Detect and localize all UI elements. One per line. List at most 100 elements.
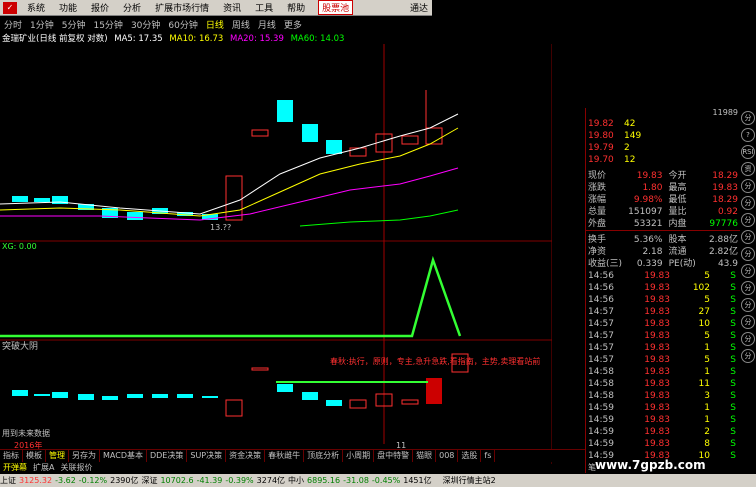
- menu-news[interactable]: 资讯: [216, 1, 248, 14]
- candle: [12, 390, 28, 396]
- xg-label: XG: 0.00: [2, 242, 37, 251]
- toolbar-button[interactable]: 模板: [23, 450, 46, 462]
- panel-tab[interactable]: 笔: [588, 462, 596, 473]
- ma5-label: MA5: 17.35: [114, 34, 163, 44]
- toolbar-button[interactable]: 资金决策: [226, 450, 266, 462]
- period-tab[interactable]: 15分钟: [89, 18, 126, 31]
- quote-row: 总量 151097 量比 0.92: [588, 207, 738, 217]
- sell-level-row: 19.82 42: [588, 119, 636, 129]
- sh-index-change: -3.62: [55, 476, 76, 485]
- candle: [349, 147, 367, 157]
- side-tool-button[interactable]: 分: [741, 179, 755, 193]
- stock-pool-button[interactable]: 股票池: [318, 0, 354, 15]
- sell-top-row: 11989: [586, 108, 740, 118]
- toolbar-button-active[interactable]: 管理: [46, 450, 69, 462]
- toolbar-button[interactable]: 指标: [0, 450, 23, 462]
- status-bar: 上证 3125.32 -3.62 -0.12% 2390亿 深证 10702.6…: [0, 474, 756, 487]
- toolbar-button[interactable]: 008: [436, 450, 459, 462]
- toolbar-button[interactable]: 盘中特警: [374, 450, 414, 462]
- extension-a-button[interactable]: 扩展A: [30, 462, 57, 473]
- side-tool-button[interactable]: 分: [741, 196, 755, 210]
- candle: [302, 124, 318, 142]
- menu-function[interactable]: 功能: [52, 1, 84, 14]
- tick-row: 14:57 19.83 1 S: [588, 343, 736, 353]
- ma20-label: MA20: 15.39: [230, 34, 284, 44]
- period-tab[interactable]: 分时: [0, 18, 26, 31]
- tick-list[interactable]: 14:56 19.83 5 S 14:56 19.83 102 S 14:56 …: [586, 270, 740, 462]
- side-tool-button[interactable]: 分: [741, 264, 755, 278]
- tick-row: 14:57 19.83 10 S: [588, 319, 736, 329]
- candle: [102, 396, 118, 400]
- ma60-label: MA60: 14.03: [290, 34, 345, 44]
- moving-average-line: [0, 113, 459, 215]
- sz-index-value: 10702.6: [160, 476, 194, 485]
- side-tool-button[interactable]: 分: [741, 281, 755, 295]
- toolbar-button[interactable]: 顶底分析: [304, 450, 344, 462]
- side-tool-button[interactable]: 分: [741, 332, 755, 346]
- zx-index-pct: -0.45%: [371, 476, 401, 485]
- menu-ext-market[interactable]: 扩展市场行情: [148, 1, 216, 14]
- period-tab[interactable]: 30分钟: [127, 18, 164, 31]
- tick-row: 14:58 19.83 3 S: [588, 391, 736, 401]
- chart-title-line: 金瑞矿业(日线 前复权 对数) MA5: 17.35 MA10: 16.73 M…: [2, 32, 348, 44]
- stock-name: 金瑞矿业(日线 前复权 对数): [2, 34, 108, 44]
- candle: [225, 399, 243, 417]
- menu-system[interactable]: 系统: [20, 1, 52, 14]
- period-tab-more[interactable]: 更多: [280, 18, 306, 31]
- side-tool-button[interactable]: ?: [741, 128, 755, 142]
- toolbar-button[interactable]: 小周期: [343, 450, 375, 462]
- period-tab[interactable]: 60分钟: [164, 18, 201, 31]
- menu-right-label[interactable]: 通达: [403, 1, 432, 14]
- tick-row: 14:59 19.83 1 S: [588, 403, 736, 413]
- watermark: www.7gpzb.com: [595, 458, 706, 472]
- sz-index-label: 深证: [141, 476, 158, 485]
- menu-tools[interactable]: 工具: [248, 1, 280, 14]
- right-tool-strip: 分? RSI 资分分分分分分分分分分分: [740, 108, 756, 473]
- period-tab[interactable]: 月线: [254, 18, 280, 31]
- linked-quote-button[interactable]: 关联报价: [57, 462, 95, 473]
- zx-index-change: -31.08: [343, 476, 369, 485]
- candle: [177, 394, 193, 398]
- sh-index-value: 3125.32: [19, 476, 53, 485]
- kline-chart[interactable]: 17.1416.5615.9915.4114.8514.2813.71 13.?…: [0, 44, 552, 464]
- side-tool-button[interactable]: 分: [741, 230, 755, 244]
- quote-row: 外盘 53321 内盘 97776: [588, 219, 738, 229]
- toolbar-button[interactable]: 另存为: [69, 450, 100, 462]
- main-candles: [12, 90, 443, 221]
- toolbar-button[interactable]: 春秋雌牛: [265, 450, 305, 462]
- toolbar-button[interactable]: fs: [481, 450, 496, 462]
- moving-average-line: [299, 209, 459, 227]
- period-bar: 分时 1分钟 5分钟 15分钟 30分钟 60分钟 日线 周线 月线 更多: [0, 17, 432, 31]
- toolbar-button[interactable]: MACD基本: [100, 450, 147, 462]
- candle: [326, 400, 342, 406]
- toolbar-button[interactable]: DDE决策: [147, 450, 188, 462]
- candle: [326, 140, 342, 154]
- pattern-label: 突破大阴: [2, 340, 38, 352]
- annotation-text: 春秋:执行，原则，专主,急升急跌,看指南，主势,卖理看站前: [330, 356, 540, 366]
- danmaku-button[interactable]: 开弹幕: [0, 462, 30, 473]
- side-tool-button[interactable]: 分: [741, 111, 755, 125]
- side-tool-button[interactable]: RSI: [741, 145, 755, 159]
- period-tab-active[interactable]: 日线: [202, 18, 228, 31]
- toolbar-button[interactable]: 猫眼: [413, 450, 437, 462]
- tick-row: 14:56 19.83 102 S: [588, 283, 736, 293]
- zx-index-label: 中小: [288, 476, 305, 485]
- sh-index-amount: 2390亿: [110, 476, 139, 485]
- menu-help[interactable]: 帮助: [280, 1, 312, 14]
- server-site[interactable]: 深圳行情主站2: [443, 475, 496, 486]
- side-tool-button[interactable]: 分: [741, 349, 755, 363]
- toolbar-button[interactable]: 选股: [458, 450, 482, 462]
- toolbar-button[interactable]: SUP决策: [187, 450, 227, 462]
- side-tool-button[interactable]: 分: [741, 315, 755, 329]
- menu-quote[interactable]: 报价: [84, 1, 116, 14]
- period-tab[interactable]: 周线: [228, 18, 254, 31]
- tick-row: 14:58 19.83 11 S: [588, 379, 736, 389]
- menu-analysis[interactable]: 分析: [116, 1, 148, 14]
- period-tab[interactable]: 1分钟: [26, 18, 58, 31]
- side-tool-button[interactable]: 分: [741, 247, 755, 261]
- side-tool-button[interactable]: 分: [741, 298, 755, 312]
- period-tab[interactable]: 5分钟: [58, 18, 90, 31]
- side-tool-button[interactable]: 分: [741, 213, 755, 227]
- side-tool-button[interactable]: 资: [741, 162, 755, 176]
- xg-signal-line: [0, 255, 462, 338]
